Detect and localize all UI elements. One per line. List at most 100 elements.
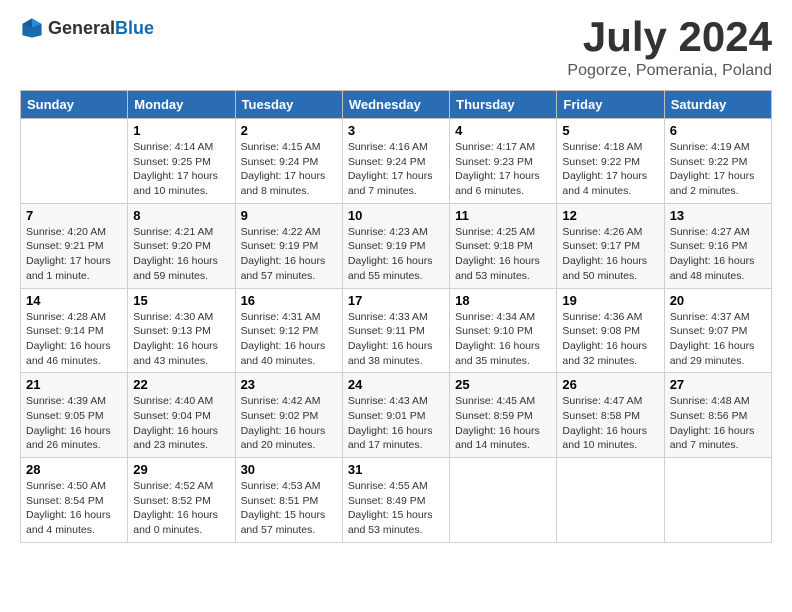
day-info: Sunrise: 4:28 AM Sunset: 9:14 PM Dayligh…: [26, 310, 122, 369]
day-info: Sunrise: 4:19 AM Sunset: 9:22 PM Dayligh…: [670, 140, 766, 199]
calendar-cell: 22 Sunrise: 4:40 AM Sunset: 9:04 PM Dayli…: [128, 373, 235, 458]
calendar-cell: 30Sunrise: 4:53 AM Sunset: 8:51 PM Dayli…: [235, 458, 342, 543]
calendar-cell: 3Sunrise: 4:16 AM Sunset: 9:24 PM Daylig…: [342, 119, 449, 204]
calendar-week-1: 1 Sunrise: 4:14 AM Sunset: 9:25 PM Daylig…: [21, 119, 772, 204]
logo-icon: [20, 16, 44, 40]
day-number: 12: [562, 208, 658, 223]
day-info: Sunrise: 4:21 AM Sunset: 9:20 PM Dayligh…: [133, 225, 229, 284]
day-info: Sunrise: 4:39 AM Sunset: 9:05 PM Dayligh…: [26, 394, 122, 453]
calendar-cell: 28 Sunrise: 4:50 AM Sunset: 8:54 PM Dayli…: [21, 458, 128, 543]
day-info: Sunrise: 4:18 AM Sunset: 9:22 PM Dayligh…: [562, 140, 658, 199]
day-info: Sunrise: 4:37 AM Sunset: 9:07 PM Dayligh…: [670, 310, 766, 369]
calendar-cell: 17 Sunrise: 4:33 AM Sunset: 9:11 PM Dayli…: [342, 288, 449, 373]
calendar-cell: 12 Sunrise: 4:26 AM Sunset: 9:17 PM Dayli…: [557, 203, 664, 288]
calendar-cell: 8 Sunrise: 4:21 AM Sunset: 9:20 PM Daylig…: [128, 203, 235, 288]
calendar-cell: 16Sunrise: 4:31 AM Sunset: 9:12 PM Dayli…: [235, 288, 342, 373]
day-info: Sunrise: 4:33 AM Sunset: 9:11 PM Dayligh…: [348, 310, 444, 369]
day-number: 26: [562, 377, 658, 392]
title-area: July 2024 Pogorze, Pomerania, Poland: [567, 16, 772, 80]
day-header-monday: Monday: [128, 91, 235, 119]
day-info: Sunrise: 4:22 AM Sunset: 9:19 PM Dayligh…: [241, 225, 337, 284]
day-info: Sunrise: 4:50 AM Sunset: 8:54 PM Dayligh…: [26, 479, 122, 538]
calendar-cell: 1 Sunrise: 4:14 AM Sunset: 9:25 PM Daylig…: [128, 119, 235, 204]
day-info: Sunrise: 4:17 AM Sunset: 9:23 PM Dayligh…: [455, 140, 551, 199]
day-info: Sunrise: 4:30 AM Sunset: 9:13 PM Dayligh…: [133, 310, 229, 369]
calendar-cell: 10Sunrise: 4:23 AM Sunset: 9:19 PM Dayli…: [342, 203, 449, 288]
calendar-cell: 25 Sunrise: 4:45 AM Sunset: 8:59 PM Dayli…: [450, 373, 557, 458]
calendar-cell: 6 Sunrise: 4:19 AM Sunset: 9:22 PM Daylig…: [664, 119, 771, 204]
calendar-cell: 15 Sunrise: 4:30 AM Sunset: 9:13 PM Dayli…: [128, 288, 235, 373]
calendar-week-2: 7Sunrise: 4:20 AM Sunset: 9:21 PM Daylig…: [21, 203, 772, 288]
day-info: Sunrise: 4:48 AM Sunset: 8:56 PM Dayligh…: [670, 394, 766, 453]
day-number: 18: [455, 293, 551, 308]
day-number: 24: [348, 377, 444, 392]
calendar-cell: 13 Sunrise: 4:27 AM Sunset: 9:16 PM Dayli…: [664, 203, 771, 288]
calendar-header-row: SundayMondayTuesdayWednesdayThursdayFrid…: [21, 91, 772, 119]
day-info: Sunrise: 4:26 AM Sunset: 9:17 PM Dayligh…: [562, 225, 658, 284]
day-info: Sunrise: 4:15 AM Sunset: 9:24 PM Dayligh…: [241, 140, 337, 199]
header: GeneralBlue July 2024 Pogorze, Pomerania…: [20, 16, 772, 80]
day-info: Sunrise: 4:36 AM Sunset: 9:08 PM Dayligh…: [562, 310, 658, 369]
day-number: 11: [455, 208, 551, 223]
day-info: Sunrise: 4:20 AM Sunset: 9:21 PM Dayligh…: [26, 225, 122, 284]
calendar-cell: 4 Sunrise: 4:17 AM Sunset: 9:23 PM Daylig…: [450, 119, 557, 204]
calendar-cell: [450, 458, 557, 543]
day-header-friday: Friday: [557, 91, 664, 119]
calendar-cell: 29Sunrise: 4:52 AM Sunset: 8:52 PM Dayli…: [128, 458, 235, 543]
calendar-cell: 24 Sunrise: 4:43 AM Sunset: 9:01 PM Dayli…: [342, 373, 449, 458]
calendar-week-5: 28 Sunrise: 4:50 AM Sunset: 8:54 PM Dayli…: [21, 458, 772, 543]
calendar-cell: 20 Sunrise: 4:37 AM Sunset: 9:07 PM Dayli…: [664, 288, 771, 373]
location-subtitle: Pogorze, Pomerania, Poland: [567, 62, 772, 80]
day-number: 27: [670, 377, 766, 392]
calendar-cell: 26 Sunrise: 4:47 AM Sunset: 8:58 PM Dayli…: [557, 373, 664, 458]
calendar-cell: 11 Sunrise: 4:25 AM Sunset: 9:18 PM Dayli…: [450, 203, 557, 288]
day-info: Sunrise: 4:47 AM Sunset: 8:58 PM Dayligh…: [562, 394, 658, 453]
day-number: 22: [133, 377, 229, 392]
day-number: 28: [26, 462, 122, 477]
logo-text: GeneralBlue: [48, 18, 154, 39]
day-info: Sunrise: 4:40 AM Sunset: 9:04 PM Dayligh…: [133, 394, 229, 453]
day-number: 1: [133, 123, 229, 138]
day-info: Sunrise: 4:25 AM Sunset: 9:18 PM Dayligh…: [455, 225, 551, 284]
calendar-cell: 19 Sunrise: 4:36 AM Sunset: 9:08 PM Dayli…: [557, 288, 664, 373]
day-header-tuesday: Tuesday: [235, 91, 342, 119]
day-number: 17: [348, 293, 444, 308]
calendar-cell: 7Sunrise: 4:20 AM Sunset: 9:21 PM Daylig…: [21, 203, 128, 288]
day-number: 6: [670, 123, 766, 138]
day-number: 8: [133, 208, 229, 223]
day-number: 25: [455, 377, 551, 392]
calendar-cell: [664, 458, 771, 543]
day-info: Sunrise: 4:45 AM Sunset: 8:59 PM Dayligh…: [455, 394, 551, 453]
day-info: Sunrise: 4:42 AM Sunset: 9:02 PM Dayligh…: [241, 394, 337, 453]
day-header-thursday: Thursday: [450, 91, 557, 119]
day-info: Sunrise: 4:43 AM Sunset: 9:01 PM Dayligh…: [348, 394, 444, 453]
calendar-table: SundayMondayTuesdayWednesdayThursdayFrid…: [20, 90, 772, 543]
calendar-cell: 27 Sunrise: 4:48 AM Sunset: 8:56 PM Dayli…: [664, 373, 771, 458]
calendar-cell: [21, 119, 128, 204]
day-number: 19: [562, 293, 658, 308]
calendar-cell: 5Sunrise: 4:18 AM Sunset: 9:22 PM Daylig…: [557, 119, 664, 204]
day-info: Sunrise: 4:27 AM Sunset: 9:16 PM Dayligh…: [670, 225, 766, 284]
calendar-cell: 21 Sunrise: 4:39 AM Sunset: 9:05 PM Dayli…: [21, 373, 128, 458]
calendar-week-3: 14Sunrise: 4:28 AM Sunset: 9:14 PM Dayli…: [21, 288, 772, 373]
day-number: 21: [26, 377, 122, 392]
calendar-cell: 14Sunrise: 4:28 AM Sunset: 9:14 PM Dayli…: [21, 288, 128, 373]
day-number: 9: [241, 208, 337, 223]
day-header-sunday: Sunday: [21, 91, 128, 119]
day-number: 13: [670, 208, 766, 223]
day-number: 23: [241, 377, 337, 392]
day-info: Sunrise: 4:52 AM Sunset: 8:52 PM Dayligh…: [133, 479, 229, 538]
day-number: 2: [241, 123, 337, 138]
calendar-cell: [557, 458, 664, 543]
logo: GeneralBlue: [20, 16, 154, 40]
day-info: Sunrise: 4:31 AM Sunset: 9:12 PM Dayligh…: [241, 310, 337, 369]
day-header-saturday: Saturday: [664, 91, 771, 119]
day-number: 15: [133, 293, 229, 308]
logo-blue: Blue: [115, 18, 154, 38]
calendar-cell: 23 Sunrise: 4:42 AM Sunset: 9:02 PM Dayli…: [235, 373, 342, 458]
day-info: Sunrise: 4:14 AM Sunset: 9:25 PM Dayligh…: [133, 140, 229, 199]
day-number: 4: [455, 123, 551, 138]
day-header-wednesday: Wednesday: [342, 91, 449, 119]
day-number: 20: [670, 293, 766, 308]
calendar-cell: 31Sunrise: 4:55 AM Sunset: 8:49 PM Dayli…: [342, 458, 449, 543]
